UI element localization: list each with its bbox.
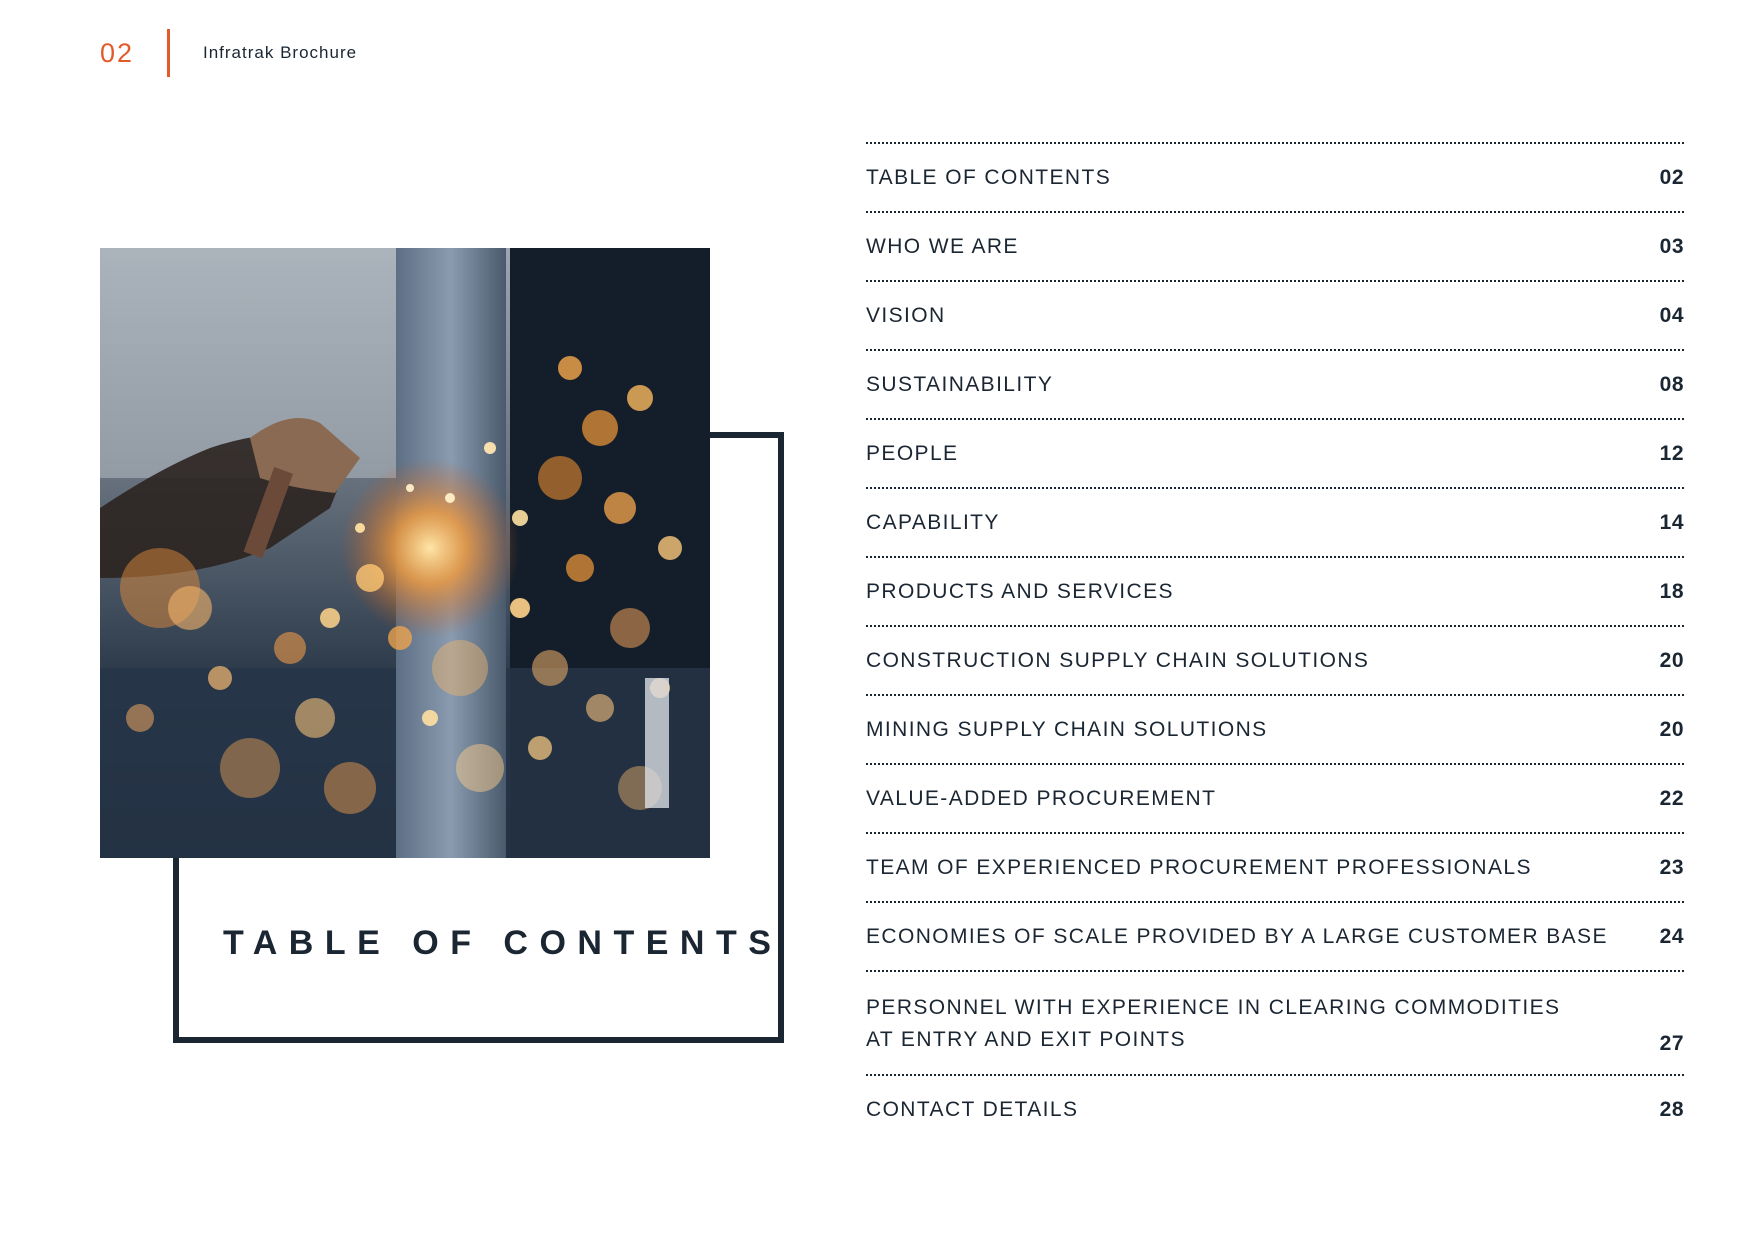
toc-item-page: 04 <box>1659 303 1684 327</box>
toc-item[interactable]: VALUE-ADDED PROCUREMENT 22 <box>866 763 1684 832</box>
toc-item-label: TEAM OF EXPERIENCED PROCUREMENT PROFESSI… <box>866 855 1532 879</box>
toc-item-page: 02 <box>1659 165 1684 189</box>
toc-item-label: WHO WE ARE <box>866 234 1019 258</box>
feature-title: TABLE OF CONTENTS <box>223 924 783 962</box>
toc-item-page: 24 <box>1659 924 1684 948</box>
toc-item-label-line1: PERSONNEL WITH EXPERIENCE IN CLEARING CO… <box>866 996 1561 1019</box>
toc-item-label: TABLE OF CONTENTS <box>866 165 1112 189</box>
document-title: Infratrak Brochure <box>203 43 358 62</box>
toc-item[interactable]: PRODUCTS AND SERVICES 18 <box>866 556 1684 625</box>
toc-item[interactable]: TEAM OF EXPERIENCED PROCUREMENT PROFESSI… <box>866 832 1684 901</box>
toc-item-label-line2: AT ENTRY AND EXIT POINTS <box>866 1028 1186 1051</box>
toc-item-label: PERSONNEL WITH EXPERIENCE IN CLEARING CO… <box>866 992 1560 1056</box>
toc-item-label: ECONOMIES OF SCALE PROVIDED BY A LARGE C… <box>866 924 1608 948</box>
toc-item-page: 14 <box>1659 510 1684 534</box>
header-divider <box>167 29 170 77</box>
toc-item-page: 20 <box>1659 648 1684 672</box>
page-header: 02 Infratrak Brochure <box>100 28 357 78</box>
toc-item-label: MINING SUPPLY CHAIN SOLUTIONS <box>866 717 1268 741</box>
toc-item[interactable]: CONTACT DETAILS 28 <box>866 1074 1684 1143</box>
toc-item-page: 18 <box>1659 579 1684 603</box>
welding-sparks-image <box>100 248 710 858</box>
toc-item-label: SUSTAINABILITY <box>866 372 1054 396</box>
table-of-contents-list: TABLE OF CONTENTS 02 WHO WE ARE 03 VISIO… <box>866 142 1684 1143</box>
toc-item-page: 20 <box>1659 717 1684 741</box>
toc-item-label: VISION <box>866 303 946 327</box>
toc-item-page: 22 <box>1659 786 1684 810</box>
toc-item-label: CONSTRUCTION SUPPLY CHAIN SOLUTIONS <box>866 648 1370 672</box>
toc-item[interactable]: PERSONNEL WITH EXPERIENCE IN CLEARING CO… <box>866 970 1684 1074</box>
toc-item-page: 03 <box>1659 234 1684 258</box>
toc-item[interactable]: SUSTAINABILITY 08 <box>866 349 1684 418</box>
toc-item-label: CONTACT DETAILS <box>866 1097 1079 1121</box>
toc-item-page: 12 <box>1659 441 1684 465</box>
toc-item-label: CAPABILITY <box>866 510 1000 534</box>
toc-item[interactable]: WHO WE ARE 03 <box>866 211 1684 280</box>
toc-item[interactable]: PEOPLE 12 <box>866 418 1684 487</box>
toc-item[interactable]: CAPABILITY 14 <box>866 487 1684 556</box>
toc-item-page: 08 <box>1659 372 1684 396</box>
toc-item[interactable]: VISION 04 <box>866 280 1684 349</box>
toc-item[interactable]: TABLE OF CONTENTS 02 <box>866 142 1684 211</box>
toc-item[interactable]: MINING SUPPLY CHAIN SOLUTIONS 20 <box>866 694 1684 763</box>
toc-item-page: 23 <box>1659 855 1684 879</box>
toc-item-label: PRODUCTS AND SERVICES <box>866 579 1174 603</box>
toc-item-page: 27 <box>1659 1032 1684 1055</box>
page-number: 02 <box>100 37 135 68</box>
toc-item[interactable]: CONSTRUCTION SUPPLY CHAIN SOLUTIONS 20 <box>866 625 1684 694</box>
toc-item[interactable]: ECONOMIES OF SCALE PROVIDED BY A LARGE C… <box>866 901 1684 970</box>
toc-item-label: VALUE-ADDED PROCUREMENT <box>866 786 1217 810</box>
toc-item-page: 28 <box>1659 1097 1684 1121</box>
toc-item-label: PEOPLE <box>866 441 959 465</box>
feature-photo <box>100 248 710 858</box>
